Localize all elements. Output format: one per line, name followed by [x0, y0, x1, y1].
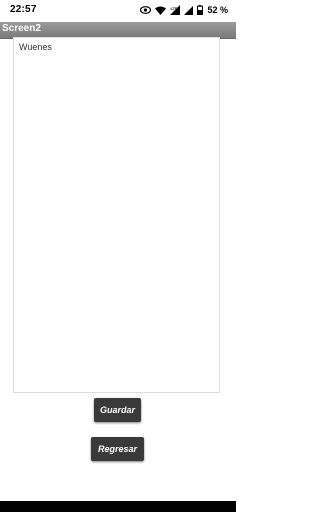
navigation-bar [0, 501, 236, 512]
signal-icon [184, 5, 194, 15]
screen-title: Screen2 [2, 23, 41, 34]
status-bar: 22:57 LTE 52 % [0, 0, 236, 22]
lte-signal-icon: LTE [170, 5, 181, 15]
battery-percent: 52 % [207, 5, 228, 15]
text-area[interactable]: Wuenes [13, 37, 220, 393]
app-screen: 22:57 LTE 52 % Screen2 Wuenes Guardar Re… [0, 0, 236, 512]
battery-icon [197, 5, 204, 15]
status-time: 22:57 [10, 4, 37, 15]
wifi-icon [155, 6, 167, 15]
eye-icon [140, 6, 152, 14]
save-button[interactable]: Guardar [94, 398, 141, 422]
svg-text:LTE: LTE [171, 6, 179, 11]
status-icons: LTE 52 % [140, 3, 228, 17]
back-button[interactable]: Regresar [91, 437, 144, 461]
